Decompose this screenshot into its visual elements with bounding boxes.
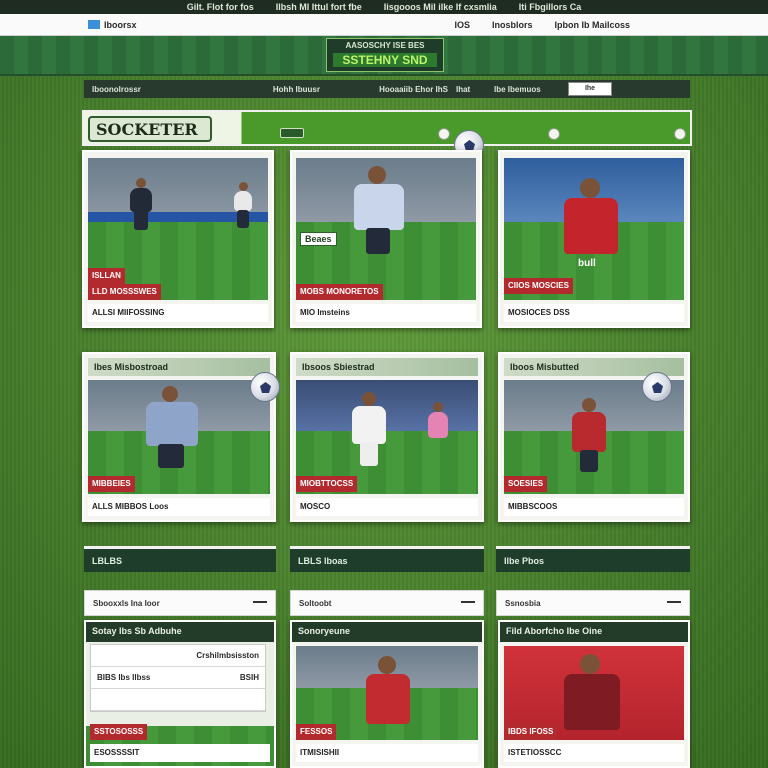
section-row-label: Ssnosbia xyxy=(505,599,541,608)
dash-icon xyxy=(667,601,681,603)
player-name-tag: Beaes xyxy=(300,232,337,246)
panel-mini-badge xyxy=(280,128,304,138)
stats-card[interactable]: Sotay Ibs Sb Adbuhe Crshilmbsisston BIBS… xyxy=(84,620,276,768)
card-caption: ISLLAN xyxy=(88,268,125,284)
card-caption-bottom: ESOSSSSIT xyxy=(90,744,270,762)
toolbar-item[interactable]: Hohh Ibuusr xyxy=(200,85,320,94)
nav-link[interactable]: Ipbon Ib Mailcoss xyxy=(554,20,630,30)
nav-brand-label[interactable]: Iboorsx xyxy=(104,20,137,30)
soccer-ball-icon xyxy=(250,372,280,402)
toolbar-item[interactable]: Ihat xyxy=(456,85,486,94)
card-caption-bottom: MIO Imsteins xyxy=(296,304,476,322)
card-caption: SOESIES xyxy=(504,476,548,492)
nav-link[interactable]: Inosblors xyxy=(492,20,533,30)
card-subhead: Sotay Ibs Sb Adbuhe xyxy=(86,622,274,642)
section-row-label: Soltoobt xyxy=(299,599,332,608)
top-strip-item[interactable]: Ilbsh Ml Ittul fort fbe xyxy=(276,2,362,12)
card-title: Ibsoos Sbiestrad xyxy=(296,358,478,376)
stats-row: BIBS Ibs Ilbss BSIH xyxy=(91,667,265,689)
site-logo-icon[interactable] xyxy=(88,20,100,29)
section-row[interactable]: Soltoobt xyxy=(290,590,484,616)
dot-icon xyxy=(438,128,450,140)
top-strip-item[interactable]: Iti Fbgillors Ca xyxy=(519,2,582,12)
card-caption: MOBS MONORETOS xyxy=(296,284,383,300)
top-strip-item[interactable]: Gilt. Flot for fos xyxy=(187,2,254,12)
toolbar-item[interactable]: Iboonolrossr xyxy=(92,85,192,94)
news-card[interactable]: Ibsoos Sbiestrad MIOBTTOCSS MOSCO xyxy=(290,352,484,522)
brand-panel: SOCKETER xyxy=(82,110,692,146)
main-toolbar: Iboonolrossr Hohh Ibuusr Hooaaiib Ehor I… xyxy=(84,80,690,98)
card-caption-bottom: ALLS MIBBOS Loos xyxy=(88,498,270,516)
top-info-strip: Gilt. Flot for fos Ilbsh Ml Ittul fort f… xyxy=(0,0,768,14)
news-card[interactable]: Fild Aborfcho Ibe Oine IBDS IFOSS ISTETI… xyxy=(498,620,690,768)
news-card[interactable]: Ibes Misbostroad MIBBEIES ALLS MIBBOS Lo… xyxy=(82,352,276,522)
news-card[interactable]: Sonoryeune FESSOS ITMISISHII xyxy=(290,620,484,768)
card-caption: IBDS IFOSS xyxy=(504,724,558,740)
hero-badge-line2: SSTEHNY SND xyxy=(333,53,437,67)
card-caption-bottom: MOSCO xyxy=(296,498,478,516)
dot-icon xyxy=(548,128,560,140)
card-subhead: Sonoryeune xyxy=(292,622,482,642)
card-caption: SSTOSOSSS xyxy=(90,724,148,740)
nav-links: IOS Inosblors Ipbon Ib Mailcoss xyxy=(454,20,630,30)
soccer-ball-icon xyxy=(642,372,672,402)
dot-icon xyxy=(674,128,686,140)
card-caption-bottom: MIBBSCOOS xyxy=(504,498,684,516)
news-card[interactable]: ISLLAN LLD MOSSSWES ALLSI MIIFOSSING xyxy=(82,150,274,328)
section-row-label: Sbooxxls Ina Ioor xyxy=(93,599,160,608)
top-strip-item[interactable]: Iisgooos Mil ilke If cxsmlia xyxy=(384,2,497,12)
card-caption-bottom: MOSIOCES DSS xyxy=(504,304,684,322)
card-caption: FESSOS xyxy=(296,724,337,740)
card-caption: MIBBEIES xyxy=(88,476,135,492)
section-header[interactable]: LBLBS xyxy=(84,546,276,572)
card-title: Ibes Misbostroad xyxy=(88,358,270,376)
news-card[interactable]: Beaes MOBS MONORETOS MIO Imsteins xyxy=(290,150,482,328)
card-caption: MIOBTTOCSS xyxy=(296,476,358,492)
hero-badge-line1: AASOSCHY ISE BES xyxy=(345,41,425,50)
dash-icon xyxy=(253,601,267,603)
card-photo xyxy=(296,158,476,300)
stats-table: Crshilmbsisston BIBS Ibs Ilbss BSIH xyxy=(90,644,266,712)
section-row[interactable]: Sbooxxls Ina Ioor xyxy=(84,590,276,616)
card-caption: CIIOS MOSCIES xyxy=(504,278,573,294)
section-row[interactable]: Ssnosbia xyxy=(496,590,690,616)
section-header[interactable]: LBLS lboas xyxy=(290,546,484,572)
hero-banner: AASOSCHY ISE BES SSTEHNY SND xyxy=(0,36,768,76)
stats-row xyxy=(91,689,265,711)
site-navbar: Iboorsx IOS Inosblors Ipbon Ib Mailcoss xyxy=(0,14,768,36)
nav-link[interactable]: IOS xyxy=(454,20,470,30)
section-header[interactable]: Ilbe Pbos xyxy=(496,546,690,572)
stadium-stands xyxy=(296,380,478,432)
stats-row: Crshilmbsisston xyxy=(91,645,265,667)
news-card[interactable]: bull CIIOS MOSCIES MOSIOCES DSS xyxy=(498,150,690,328)
search-input[interactable]: Ihe xyxy=(568,82,612,96)
card-caption: LLD MOSSSWES xyxy=(88,284,161,300)
toolbar-item[interactable]: Ibe Ibemuos xyxy=(494,85,564,94)
jersey-sponsor: bull xyxy=(578,258,596,269)
card-caption-bottom: ITMISISHII xyxy=(296,744,478,762)
hero-badge[interactable]: AASOSCHY ISE BES SSTEHNY SND xyxy=(326,38,444,72)
brand-logo[interactable]: SOCKETER xyxy=(88,116,212,142)
card-subhead: Fild Aborfcho Ibe Oine xyxy=(500,622,688,642)
card-caption-bottom: ALLSI MIIFOSSING xyxy=(88,304,268,322)
toolbar-item[interactable]: Hooaaiib Ehor IhS xyxy=(328,85,448,94)
dash-icon xyxy=(461,601,475,603)
card-caption-bottom: ISTETIOSSCC xyxy=(504,744,684,762)
